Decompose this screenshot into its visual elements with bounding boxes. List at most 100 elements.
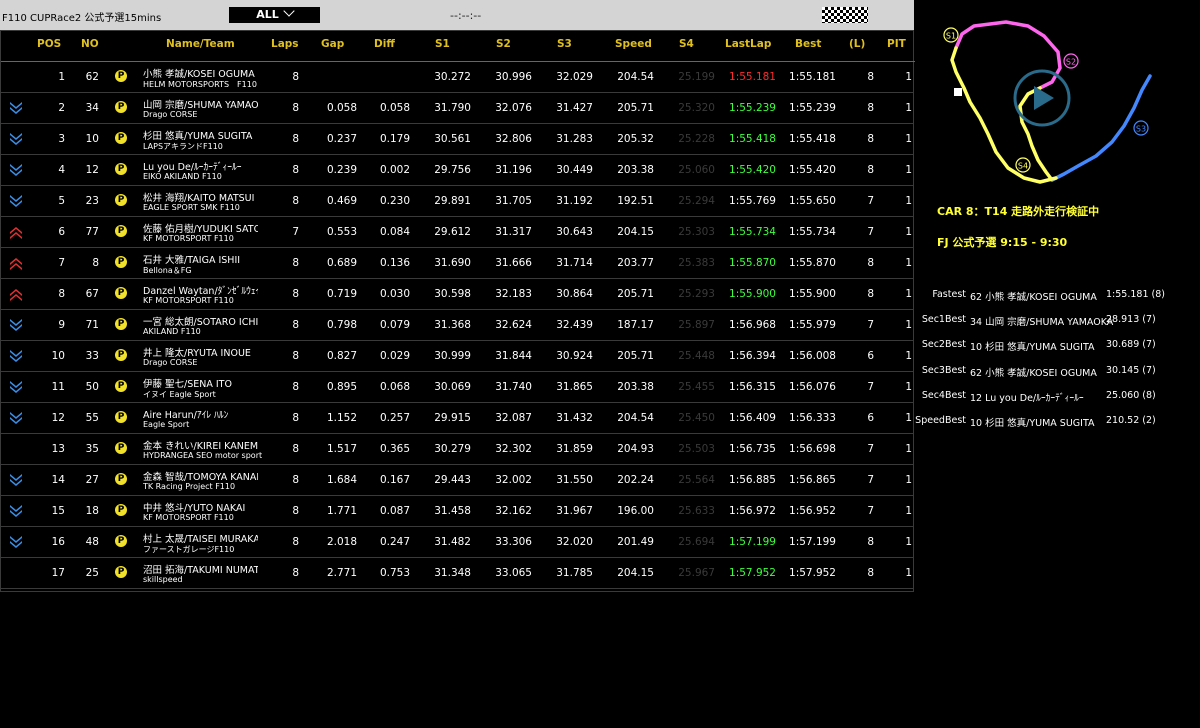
table-row[interactable]: 13 35 8 1.517 0.365 30.279 32.302 31.859 204.93 2…	[1, 434, 913, 465]
cell-s4: 25.633	[678, 505, 715, 517]
table-row[interactable]: 8 67 8 0.719 0.030 30.598 32.183 30.864 205.71 25…	[1, 279, 913, 310]
cell-s1: 30.598	[434, 288, 471, 300]
table-row[interactable]: 17 25 8 2.771 0.753 31.348 33.065 31.785 204.15 2…	[1, 558, 913, 589]
pit-icon: P	[115, 225, 127, 237]
best-row: Sec4Best 12 Lu you De/ﾙｰｶｰﾃﾞｨｰﾙｰ 25.060 (8…	[914, 390, 1200, 406]
team-name: KF MOTORSPORT F110	[143, 513, 234, 522]
cell-l: 6	[867, 412, 874, 424]
col-no[interactable]: NO	[81, 38, 99, 50]
cell-pit-count: 1	[905, 412, 912, 424]
class-filter-dropdown[interactable]: ALL	[229, 5, 320, 23]
table-row[interactable]: 14 27 8 1.684 0.167 29.443 32.002 31.550 202.24 2…	[1, 465, 913, 496]
cell-pos: 1	[58, 71, 65, 83]
table-row[interactable]: 16 48 8 2.018 0.247 31.482 33.306 32.020 201.49 2…	[1, 527, 913, 558]
cell-laps: 8	[292, 288, 299, 300]
start-line-icon	[954, 88, 962, 96]
table-row[interactable]: 15 18 8 1.771 0.087 31.458 32.162 31.967 196.00 2…	[1, 496, 913, 527]
table-row[interactable]: 11 50 8 0.895 0.068 30.069 31.740 31.865 203.38 2…	[1, 372, 913, 403]
cell-pit-count: 1	[905, 71, 912, 83]
cell-lastlap: 1:55.181	[729, 71, 776, 83]
cell-s4: 25.448	[678, 350, 715, 362]
cell-no: 62	[85, 71, 99, 83]
cell-s1: 31.458	[434, 505, 471, 517]
cell-s2: 32.806	[495, 133, 532, 145]
cell-diff: 0.365	[379, 443, 410, 455]
cell-no: 12	[85, 164, 99, 176]
col-lastlap[interactable]: LastLap	[725, 38, 771, 50]
team-name: KF MOTORSPORT F110	[143, 234, 234, 243]
cell-laps: 8	[292, 164, 299, 176]
pit-icon: P	[115, 70, 127, 82]
pit-icon: P	[115, 380, 127, 392]
col-name[interactable]: Name/Team	[166, 38, 235, 50]
cell-gap: 2.771	[326, 567, 357, 579]
col-speed[interactable]: Speed	[615, 38, 652, 50]
best-driver: 62 小熊 孝誠/KOSEI OGUMA	[970, 367, 1097, 379]
table-row[interactable]: 1 62 8 30.272 30.996 32.029 204.54 25.199 1:55.1…	[1, 62, 913, 93]
sector-label-s2: S2	[1066, 58, 1076, 67]
team-name: Eagle Sport	[143, 420, 190, 429]
col-gap[interactable]: Gap	[321, 38, 344, 50]
cell-pos: 17	[51, 567, 65, 579]
table-row[interactable]: 5 23 8 0.469 0.230 29.891 31.705 31.192 192.51 25…	[1, 186, 913, 217]
col-s2[interactable]: S2	[496, 38, 511, 50]
position-down-icon	[10, 536, 22, 548]
cell-s2: 31.740	[495, 381, 532, 393]
best-label: Sec2Best	[921, 339, 966, 351]
cell-best: 1:55.870	[789, 257, 836, 269]
cell-gap: 1.517	[326, 443, 357, 455]
cell-gap: 0.469	[326, 195, 357, 207]
cell-s2: 31.705	[495, 195, 532, 207]
cell-speed: 204.93	[617, 443, 654, 455]
session-title: F110 CUPRace2 公式予選15mins	[2, 13, 162, 24]
table-row[interactable]: 2 34 8 0.058 0.058 31.790 32.076 31.427 205.71 25…	[1, 93, 913, 124]
cell-pos: 6	[58, 226, 65, 238]
cell-s4: 25.320	[678, 102, 715, 114]
col-best[interactable]: Best	[795, 38, 821, 50]
col-pos[interactable]: POS	[37, 38, 61, 50]
track-sector-s1	[954, 20, 1062, 90]
table-row[interactable]: 9 71 8 0.798 0.079 31.368 32.624 32.439 187.17 25…	[1, 310, 913, 341]
cell-pit-count: 1	[905, 257, 912, 269]
col-laps[interactable]: Laps	[271, 38, 299, 50]
cell-s3: 30.864	[556, 288, 593, 300]
col-diff[interactable]: Diff	[374, 38, 395, 50]
cell-l: 8	[867, 71, 874, 83]
table-row[interactable]: 6 77 7 0.553 0.084 29.612 31.317 30.643 204.15 25…	[1, 217, 913, 248]
cell-lastlap: 1:56.409	[729, 412, 776, 424]
table-row[interactable]: 12 55 8 1.152 0.257 29.915 32.087 31.432 204.54 2…	[1, 403, 913, 434]
col-l[interactable]: (L)	[849, 38, 865, 50]
pit-icon: P	[115, 535, 127, 547]
table-row[interactable]: 3 10 8 0.237 0.179 30.561 32.806 31.283 205.32 25…	[1, 124, 913, 155]
cell-pit-count: 1	[905, 443, 912, 455]
table-row[interactable]: 4 12 8 0.239 0.002 29.756 31.196 30.449 203.38 25…	[1, 155, 913, 186]
cell-s1: 29.915	[434, 412, 471, 424]
pit-icon: P	[115, 473, 127, 485]
cell-pit-count: 1	[905, 288, 912, 300]
team-name: LAPSアキランドF110	[143, 142, 223, 151]
cell-pos: 3	[58, 133, 65, 145]
cell-l: 7	[867, 474, 874, 486]
cell-diff: 0.068	[379, 381, 410, 393]
cell-best: 1:57.952	[789, 567, 836, 579]
team-name: HYDRANGEA SEO motor sport	[143, 451, 263, 460]
col-s4[interactable]: S4	[679, 38, 694, 50]
pit-icon: P	[115, 566, 127, 578]
cell-laps: 8	[292, 567, 299, 579]
cell-lastlap: 1:56.885	[729, 474, 776, 486]
table-row[interactable]: 7 8 8 0.689 0.136 31.690 31.666 31.714 203.77 25.…	[1, 248, 913, 279]
cell-best: 1:56.076	[789, 381, 836, 393]
col-pit[interactable]: PIT	[887, 38, 906, 50]
best-row: Sec1Best 34 山岡 宗磨/SHUMA YAMAOKA 28.913 (7)	[914, 314, 1200, 330]
cell-laps: 8	[292, 133, 299, 145]
cell-s1: 31.348	[434, 567, 471, 579]
table-row[interactable]: 10 33 8 0.827 0.029 30.999 31.844 30.924 205.71 2…	[1, 341, 913, 372]
team-name: KF MOTORSPORT F110	[143, 296, 234, 305]
cell-l: 8	[867, 288, 874, 300]
col-s1[interactable]: S1	[435, 38, 450, 50]
cell-no: 35	[85, 443, 99, 455]
position-down-icon	[10, 195, 22, 207]
col-s3[interactable]: S3	[557, 38, 572, 50]
cell-pit-count: 1	[905, 381, 912, 393]
cell-gap: 1.684	[326, 474, 357, 486]
